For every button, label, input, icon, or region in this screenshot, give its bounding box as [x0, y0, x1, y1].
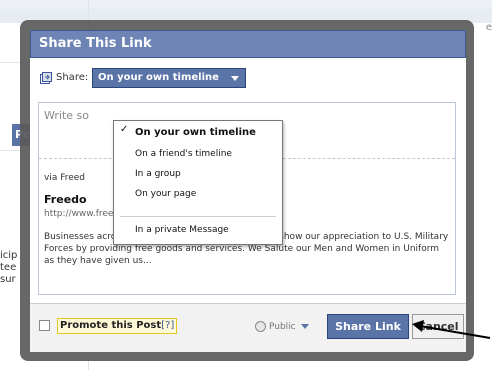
via-text: via Freed	[44, 173, 86, 183]
menu-item-private-message[interactable]: In a private Message	[114, 221, 282, 239]
link-title[interactable]: Freedo	[44, 193, 87, 206]
promote-checkbox[interactable]	[39, 320, 50, 331]
promote-post-label[interactable]: Promote this Post[?]	[57, 318, 178, 334]
background-header	[0, 0, 492, 9]
chevron-down-icon	[231, 76, 239, 81]
menu-item-label: On your own timeline	[135, 127, 256, 138]
share-link-button[interactable]: Share Link	[327, 314, 409, 339]
background-text-fragment: icip	[0, 250, 18, 261]
background-text-fragment: tee	[0, 262, 17, 273]
pointer-arrow-icon	[412, 320, 491, 339]
globe-icon	[255, 321, 266, 332]
menu-item-label: In a private Message	[135, 225, 229, 235]
menu-item-your-page[interactable]: On your page	[114, 185, 282, 203]
share-icon	[40, 72, 52, 84]
menu-item-own-timeline[interactable]: ✓ On your own timeline	[114, 124, 282, 142]
menu-item-label: On your page	[135, 189, 197, 199]
menu-item-label: In a group	[135, 169, 181, 179]
privacy-selector[interactable]: Public	[255, 321, 309, 332]
share-label: Share:	[56, 72, 89, 83]
dialog-title: Share This Link	[30, 30, 466, 58]
help-link[interactable]: [?]	[161, 320, 174, 331]
menu-item-friends-timeline[interactable]: On a friend's timeline	[114, 145, 282, 163]
checkmark-icon: ✓	[120, 124, 129, 135]
share-target-menu: ✓ On your own timeline On a friend's tim…	[113, 120, 283, 245]
privacy-label: Public	[269, 322, 296, 332]
dialog-footer: Promote this Post[?] Public Share Link C…	[30, 303, 466, 352]
chevron-down-icon	[300, 324, 309, 329]
share-target-select[interactable]: On your own timeline	[92, 68, 246, 88]
menu-separator	[120, 216, 276, 217]
background-text-fragment: sur	[0, 274, 16, 285]
background-text-fragment: e	[485, 22, 492, 33]
menu-item-label: On a friend's timeline	[135, 149, 232, 159]
share-target-selected: On your own timeline	[98, 72, 219, 83]
promote-text: Promote this Post	[60, 320, 162, 331]
share-dialog: Share This Link Share: On your own timel…	[30, 30, 466, 352]
menu-item-group[interactable]: In a group	[114, 165, 282, 183]
message-placeholder[interactable]: Write so	[44, 109, 89, 122]
